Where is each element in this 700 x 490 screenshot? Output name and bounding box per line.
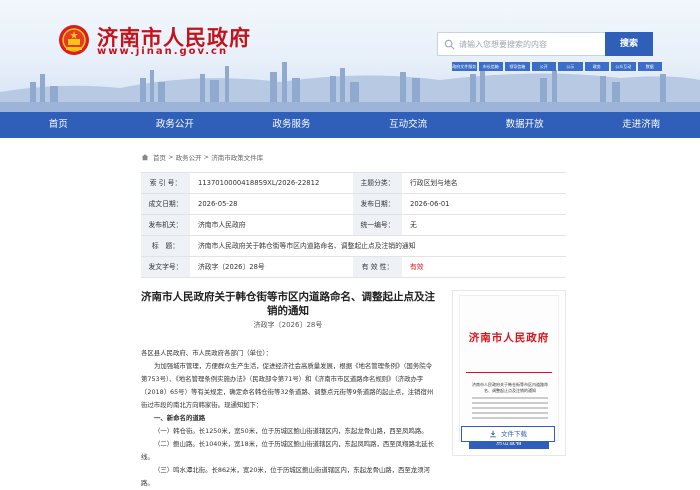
document-metadata-table: 索 引 号： 11370100004188S9XL/2026-22812 主题分… <box>141 172 566 278</box>
search-input[interactable] <box>459 33 604 55</box>
issuer-value: 济南市人民政府 <box>198 221 246 229</box>
list-item: （二）鲍山路。长1040米，宽18米，位于历城区鲍山街道辖区内，东起凤鸣路，西至… <box>141 440 435 461</box>
quick-link[interactable]: 市长信箱 <box>478 62 503 71</box>
created-label: 成文日期： <box>141 194 190 214</box>
national-emblem-icon <box>59 25 89 55</box>
thumbnail-text-lines <box>470 397 550 419</box>
list-item: （一）韩仓街。长1250米，宽50米，位于历城区鲍山街道辖区内，东起龙骨山路，西… <box>154 427 428 435</box>
thumbnail-header: 济南市人民政府 <box>468 332 550 344</box>
nav-item-interaction[interactable]: 互动交流 <box>350 112 467 138</box>
validity-value: 有效 <box>410 263 424 271</box>
download-label: 文件下载 <box>501 430 527 438</box>
thumbnail-caption: 济南市人民政府关于韩仓街等市区内道路命名、调整起止点及注销的通知 <box>472 382 548 393</box>
meta-row: 发布机关： 济南市人民政府 统一编号： 无 <box>141 215 566 236</box>
meta-row: 索 引 号： 11370100004188S9XL/2026-22812 主题分… <box>141 173 566 194</box>
uniform-value: 无 <box>410 221 417 229</box>
published-label: 发布日期： <box>353 194 402 214</box>
city-skyline-banner <box>0 62 700 112</box>
index-value: 11370100004188S9XL/2026-22812 <box>198 179 320 187</box>
breadcrumb-home[interactable]: 首页 <box>153 152 166 162</box>
quick-link[interactable]: 数据 <box>637 62 662 71</box>
validity-label: 有 效 性： <box>353 257 402 277</box>
docno-value: 济政字〔2026〕28号 <box>198 263 265 271</box>
topic-label: 主题分类： <box>353 173 402 193</box>
uniform-label: 统一编号： <box>353 215 402 235</box>
breadcrumb: 首页 > 政务公开 > 济南市政策文件库 <box>141 152 263 162</box>
list-item: （三）鸣水潭北街。长862米，宽20米，位于历城区鲍山街道辖区内，东起龙骨山路，… <box>141 466 430 487</box>
nav-item-about-jinan[interactable]: 走进济南 <box>583 112 700 138</box>
main-nav: 首页 政务公开 政务服务 互动交流 数据开放 走进济南 <box>0 112 700 138</box>
quick-link[interactable]: 公众互动 <box>611 62 636 71</box>
breadcrumb-gov-affairs[interactable]: 政务公开 <box>176 152 202 162</box>
thumbnail-divider <box>466 372 552 373</box>
section-heading: 一、新命名的道路 <box>154 414 206 422</box>
issuer-label: 发布机关： <box>141 215 190 235</box>
nav-item-gov-affairs[interactable]: 政务公开 <box>117 112 234 138</box>
created-value: 2026-05-28 <box>198 200 238 208</box>
document-title: 济南市人民政府关于韩仓街等市区内道路命名、调整起止点及注销的通知 <box>141 291 435 317</box>
search-box <box>437 32 605 56</box>
document-thumbnail[interactable]: 济南市人民政府 济南市人民政府关于韩仓街等市区内道路命名、调整起止点及注销的通知 <box>459 295 559 441</box>
title-label: 标 题： <box>141 236 190 256</box>
download-button[interactable]: 文件下载 <box>461 426 555 442</box>
topic-value: 行政区划与地名 <box>410 179 458 187</box>
quick-link[interactable]: 政府文件服务 <box>452 62 477 71</box>
nav-item-gov-services[interactable]: 政务服务 <box>233 112 350 138</box>
meta-row: 发文字号： 济政字〔2026〕28号 有 效 性： 有效 <box>141 257 566 278</box>
index-label: 索 引 号： <box>141 173 190 193</box>
title-value: 济南市人民政府关于韩仓街等市区内道路命名、调整起止点及注销的通知 <box>198 242 416 250</box>
intro-paragraph: 为加强城市管理，方便群众生产生活，促进经济社会高质量发展，根据《地名管理条例》（… <box>141 362 434 409</box>
nav-item-open-data[interactable]: 数据开放 <box>466 112 583 138</box>
download-icon <box>490 430 496 438</box>
document-number: 济政字〔2026〕28号 <box>253 321 323 329</box>
quick-links: 政府文件服务 市长信箱 领导信箱 公开 公示 政务 公众互动 数据 <box>452 62 662 71</box>
quick-link[interactable]: 领导信箱 <box>505 62 530 71</box>
meta-row: 成文日期： 2026-05-28 发布日期： 2026-06-01 <box>141 194 566 215</box>
site-url: www.jinan.gov.cn <box>97 46 229 57</box>
salutation: 各区县人民政府、市人民政府各部门（单位）： <box>141 349 273 357</box>
breadcrumb-policy-library[interactable]: 济南市政策文件库 <box>211 152 263 162</box>
quick-link[interactable]: 公开 <box>531 62 556 71</box>
docno-label: 发文字号： <box>141 257 190 277</box>
document-body: 各区县人民政府、市人民政府各部门（单位）： 为加强城市管理，方便群众生产生活，促… <box>141 347 437 490</box>
published-value: 2026-06-01 <box>410 200 450 208</box>
nav-item-home[interactable]: 首页 <box>0 112 117 138</box>
site-header: 济南市人民政府 www.jinan.gov.cn 搜索 政府文件服务 市长信箱 … <box>0 0 700 112</box>
home-icon <box>141 154 149 161</box>
search-button[interactable]: 搜索 <box>605 32 653 56</box>
meta-row: 标 题： 济南市人民政府关于韩仓街等市区内道路命名、调整起止点及注销的通知 <box>141 236 566 257</box>
quick-link[interactable]: 公示 <box>558 62 583 71</box>
quick-link[interactable]: 政务 <box>584 62 609 71</box>
search-icon <box>444 39 455 50</box>
